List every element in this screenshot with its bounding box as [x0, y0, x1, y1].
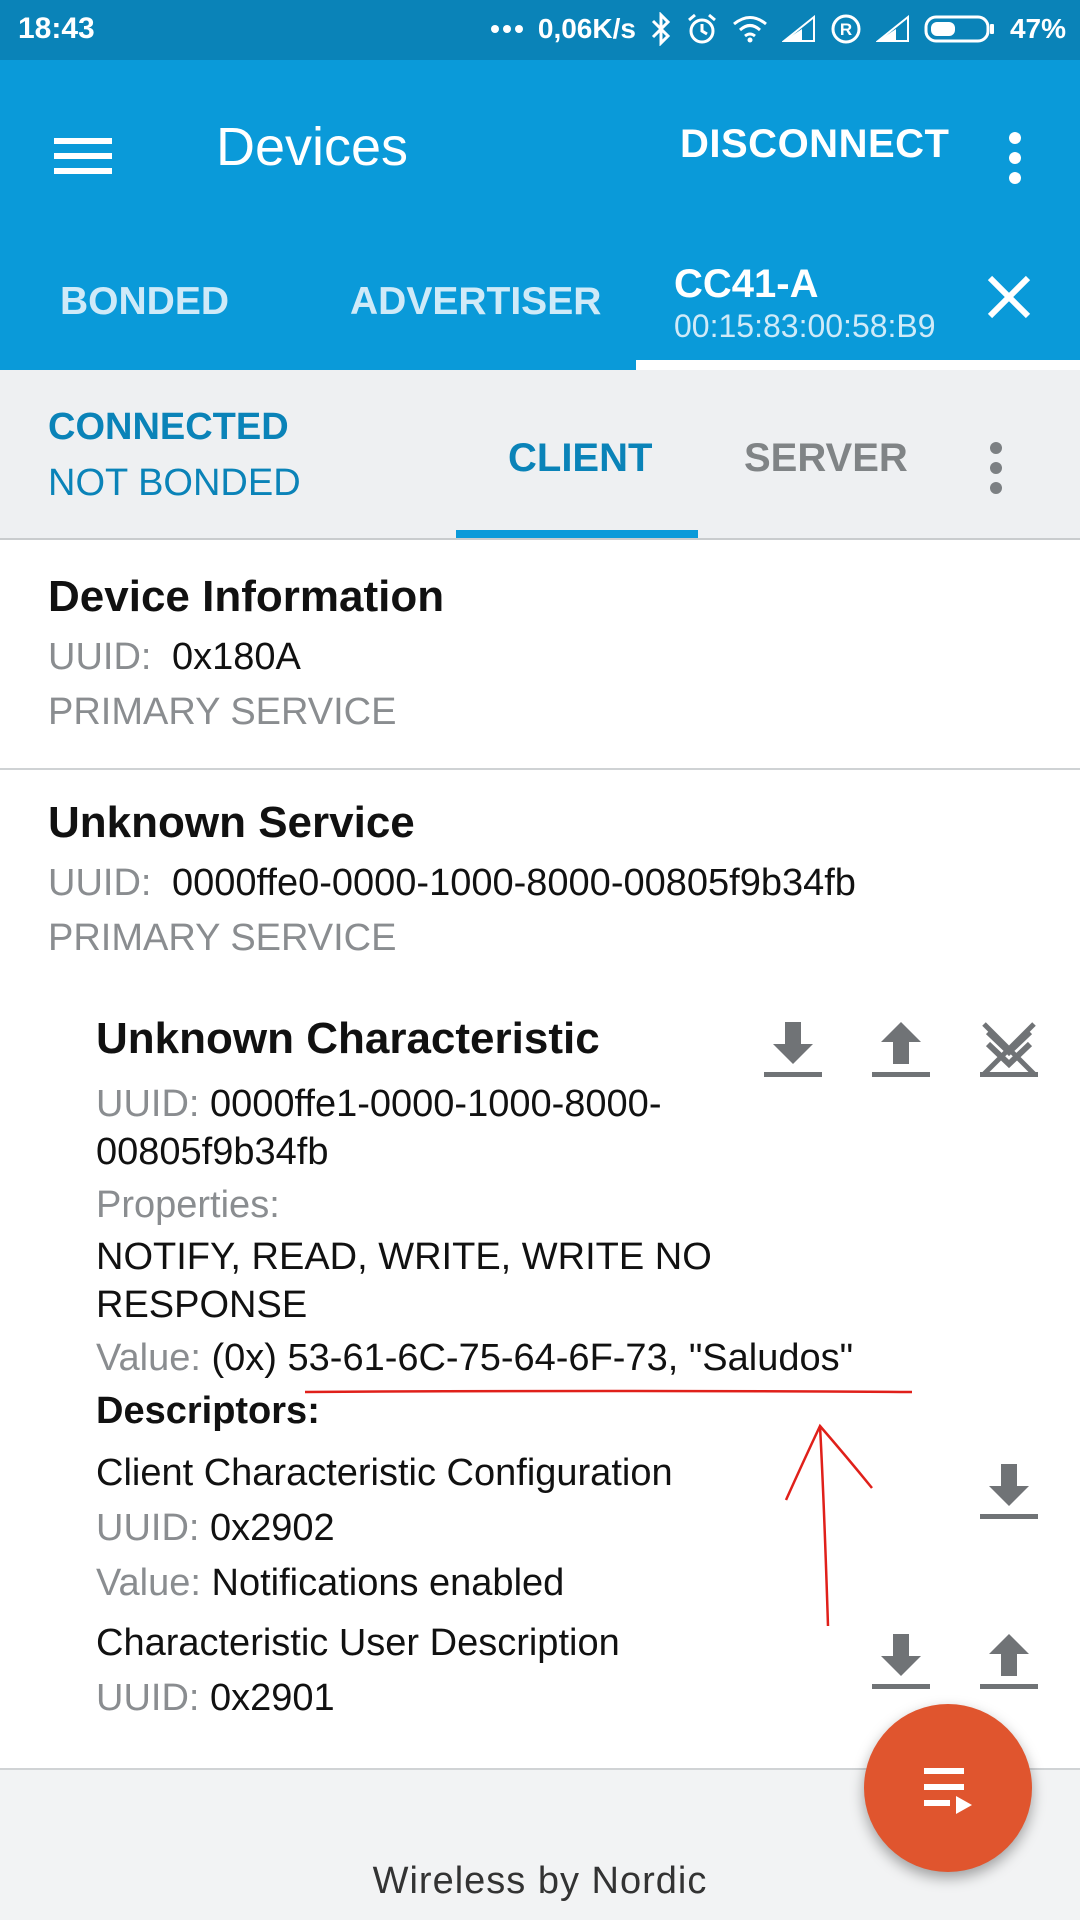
descriptor-name: Client Characteristic Configuration — [96, 1452, 673, 1494]
network-speed: 0,06K/s — [537, 13, 636, 44]
tab-server[interactable]: SERVER — [744, 436, 908, 481]
properties-part1: NOTIFY, READ, WRITE, WRITE NO — [96, 1236, 712, 1278]
service-type: PRIMARY SERVICE — [48, 917, 397, 959]
descriptor-read-button[interactable] — [974, 1456, 1044, 1526]
battery-icon — [924, 10, 996, 48]
uuid-label: UUID: — [48, 862, 152, 904]
download-icon — [764, 1022, 822, 1077]
download-icon — [980, 1464, 1038, 1519]
properties-label: Properties: — [96, 1184, 280, 1226]
properties-part2: RESPONSE — [96, 1284, 308, 1326]
characteristic-uuid-row: UUID: 0000ffe1-0000-1000-8000- 00805f9b3… — [96, 1080, 856, 1176]
service-title: Device Information — [48, 572, 445, 621]
svg-text:R: R — [840, 20, 852, 39]
hamburger-menu-icon — [54, 138, 112, 174]
upload-icon — [980, 1634, 1038, 1689]
bluetooth-icon — [650, 10, 672, 48]
descriptor-item: Client Characteristic Configuration UUID… — [96, 1452, 856, 1605]
service-item[interactable]: Unknown Service UUID: 0000ffe0-0000-1000… — [48, 798, 1058, 960]
uuid-label: UUID: — [96, 1677, 200, 1719]
more-vert-icon — [990, 442, 1002, 494]
playlist-play-icon — [924, 1768, 972, 1814]
notifications-disable-icon — [980, 1022, 1038, 1077]
service-title: Unknown Service — [48, 798, 415, 847]
service-uuid: 0000ffe0-0000-1000-8000-00805f9b34fb — [172, 862, 856, 904]
characteristic-title: Unknown Characteristic — [96, 1014, 600, 1063]
more-dots-icon — [490, 10, 524, 48]
tab-advertiser[interactable]: ADVERTISER — [350, 280, 601, 324]
overflow-menu-button[interactable] — [990, 116, 1040, 196]
descriptor-write-button[interactable] — [974, 1626, 1044, 1696]
page-title: Devices — [216, 117, 409, 177]
status-bar: 18:43 0,06K/s R 47% — [0, 0, 1080, 60]
value-label: Value: — [96, 1562, 201, 1604]
service-type: PRIMARY SERVICE — [48, 691, 397, 733]
descriptor-item: Characteristic User Description UUID: 0x… — [96, 1622, 856, 1720]
uuid-label: UUID: — [96, 1083, 200, 1125]
roaming-icon: R — [830, 10, 862, 48]
uuid-label: UUID: — [96, 1507, 200, 1549]
device-address: 00:15:83:00:58:B9 — [674, 308, 936, 344]
read-button[interactable] — [758, 1014, 828, 1084]
characteristic-value: 53-61-6C-75-64-6F-73, "Saludos" — [287, 1337, 854, 1379]
properties-value: NOTIFY, READ, WRITE, WRITE NO RESPONSE — [96, 1233, 856, 1329]
characteristic-uuid-part1: 0000ffe1-0000-1000-8000- — [210, 1083, 662, 1125]
value-label: Value: — [96, 1337, 201, 1379]
descriptor-uuid-row: UUID: 0x2901 — [96, 1677, 856, 1720]
uuid-label: UUID: — [48, 636, 152, 678]
close-device-tab-button[interactable] — [982, 270, 1036, 324]
bond-state: NOT BONDED — [48, 462, 301, 504]
characteristic-item: Unknown Characteristic UUID: 0000ffe1-00… — [96, 1014, 856, 1433]
status-icons: 0,06K/s R 47% — [490, 10, 1066, 48]
descriptor-name: Characteristic User Description — [96, 1622, 620, 1664]
divider — [0, 768, 1080, 770]
descriptor-uuid: 0x2901 — [210, 1677, 335, 1719]
menu-button[interactable] — [44, 116, 124, 196]
disconnect-button[interactable]: DISCONNECT — [680, 122, 949, 167]
descriptor-uuid-row: UUID: 0x2902 — [96, 1507, 856, 1550]
connection-overflow-button[interactable] — [976, 428, 1016, 508]
device-name: CC41-A — [674, 262, 819, 306]
tab-client[interactable]: CLIENT — [508, 436, 652, 481]
descriptor-read-button[interactable] — [866, 1626, 936, 1696]
download-icon — [872, 1634, 930, 1689]
service-item[interactable]: Device Information UUID: 0x180A PRIMARY … — [48, 572, 1048, 734]
status-time: 18:43 — [18, 12, 95, 45]
descriptor-uuid: 0x2902 — [210, 1507, 335, 1549]
connection-bar: CONNECTED NOT BONDED CLIENT SERVER — [0, 370, 1080, 540]
value-prefix: (0x) — [211, 1337, 277, 1379]
characteristic-uuid-part2: 00805f9b34fb — [96, 1131, 329, 1173]
upload-icon — [872, 1022, 930, 1077]
service-uuid-row: UUID: 0x180A — [48, 636, 1048, 679]
tab-bonded[interactable]: BONDED — [60, 280, 229, 324]
descriptors-label: Descriptors: — [96, 1390, 320, 1432]
service-uuid: 0x180A — [172, 636, 301, 678]
wifi-icon — [732, 10, 768, 48]
alarm-icon — [686, 10, 718, 48]
characteristic-value-row: Value: (0x) 53-61-6C-75-64-6F-73, "Salud… — [96, 1337, 856, 1380]
service-uuid-row: UUID: 0000ffe0-0000-1000-8000-00805f9b34… — [48, 862, 1058, 905]
connection-state: CONNECTED — [48, 406, 289, 448]
write-button[interactable] — [866, 1014, 936, 1084]
battery-percent: 47% — [1009, 13, 1066, 44]
signal-icon — [875, 10, 910, 48]
client-tab-indicator — [456, 530, 698, 538]
log-fab-button[interactable] — [864, 1704, 1032, 1872]
notify-toggle-button[interactable] — [974, 1014, 1044, 1084]
descriptor-value-row: Value: Notifications enabled — [96, 1562, 856, 1605]
close-icon — [987, 275, 1031, 319]
tab-indicator — [636, 360, 1080, 370]
signal-icon — [781, 10, 816, 48]
more-vert-icon — [1009, 132, 1021, 184]
descriptor-value: Notifications enabled — [211, 1562, 565, 1604]
